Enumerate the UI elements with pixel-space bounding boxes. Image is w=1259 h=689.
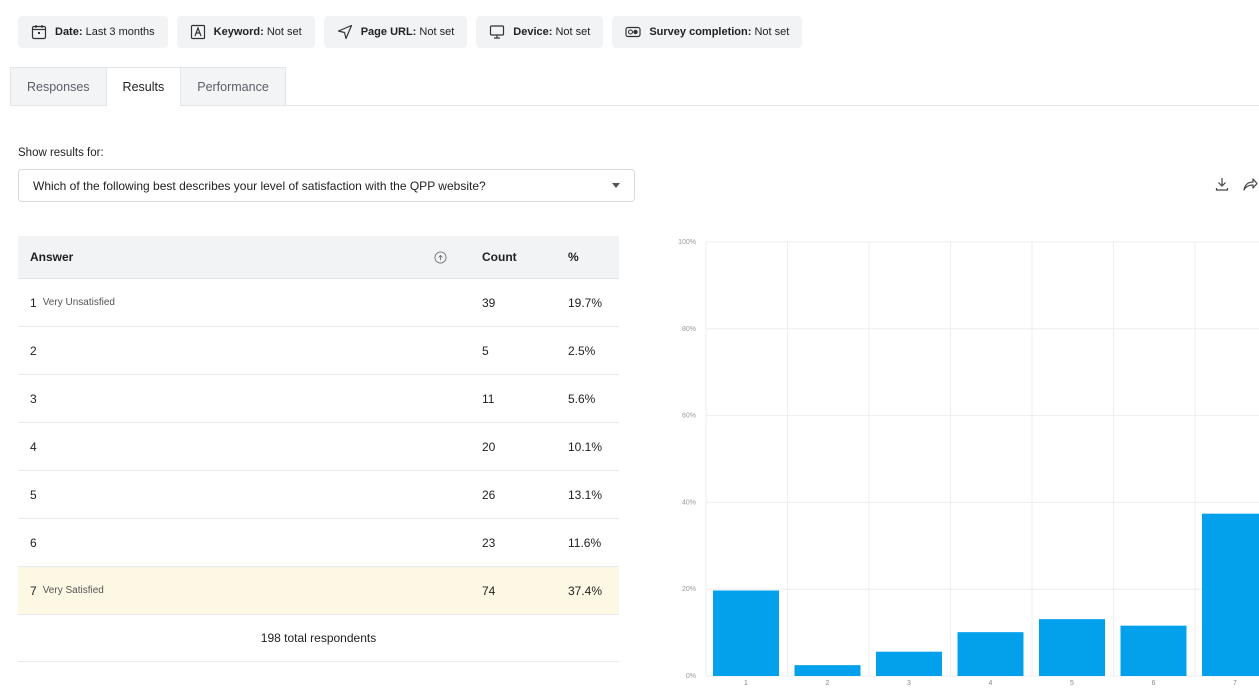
percent-cell: 19.7% (568, 295, 603, 310)
count-cell: 11 (482, 391, 495, 406)
x-tick-label: 4 (989, 680, 993, 687)
header-answer: Answer (30, 250, 74, 264)
tab-performance[interactable]: Performance (181, 67, 286, 105)
filter-device[interactable]: Device: Not set (476, 16, 604, 48)
filter-page-url[interactable]: Page URL: Not set (323, 16, 468, 48)
table-row: 7 Very Satisfied 74 37.4% (18, 567, 619, 615)
tab-bar: Responses Results Performance (10, 67, 1259, 106)
percent-cell: 37.4% (568, 583, 603, 598)
table-row: 3 11 5.6% (18, 375, 619, 423)
survey-results-page: Date: Last 3 months Keyword: Not set Pag… (0, 0, 1259, 689)
filter-date-value: Last 3 months (85, 26, 155, 38)
y-tick-label: 40% (682, 499, 696, 506)
calendar-icon (31, 24, 47, 40)
monitor-icon (489, 24, 505, 40)
header-count: Count (482, 250, 517, 264)
keyword-box-icon (190, 24, 206, 40)
answer-value: 4 (30, 439, 37, 454)
pointer-arrow-icon (337, 24, 353, 40)
table-header: Answer Count % (18, 236, 619, 279)
table-row: 4 20 10.1% (18, 423, 619, 471)
download-icon[interactable] (1214, 176, 1230, 192)
table-row: 2 5 2.5% (18, 327, 619, 375)
chevron-down-icon (612, 183, 620, 188)
bar (1202, 513, 1259, 676)
question-select[interactable]: Which of the following best describes yo… (18, 169, 635, 202)
filter-bar: Date: Last 3 months Keyword: Not set Pag… (18, 16, 803, 48)
answer-sublabel: Very Unsatisfied (42, 297, 115, 308)
percent-cell: 10.1% (568, 439, 603, 454)
share-icon[interactable] (1242, 176, 1258, 192)
bar (713, 590, 779, 676)
results-bar-chart: 0% 20% 40% 60% 80% 100% 1 2 3 4 5 6 7 (668, 232, 1259, 689)
bar (957, 632, 1024, 676)
count-cell: 26 (482, 487, 496, 502)
count-cell: 5 (482, 343, 489, 358)
bar (1039, 619, 1105, 676)
total-respondents: 198 total respondents (18, 615, 619, 662)
filter-keyword-value: Not set (266, 26, 302, 38)
count-cell: 23 (482, 535, 496, 550)
filter-date[interactable]: Date: Last 3 months (18, 16, 168, 48)
table-row: 1 Very Unsatisfied 39 19.7% (18, 279, 619, 327)
answer-value: 3 (30, 391, 37, 406)
bar-chart-svg: 0% 20% 40% 60% 80% 100% 1 2 3 4 5 6 7 (678, 239, 1259, 687)
x-tick-label: 6 (1152, 680, 1156, 687)
answer-value: 6 (30, 535, 37, 550)
bar (794, 665, 861, 676)
x-tick-label: 7 (1233, 680, 1237, 687)
filter-keyword-label: Keyword: (213, 26, 264, 38)
filter-date-label: Date: (55, 26, 83, 38)
filter-survey-completion-value: Not set (754, 26, 790, 38)
count-cell: 74 (482, 583, 496, 598)
filter-keyword[interactable]: Keyword: Not set (176, 16, 315, 48)
y-tick-label: 100% (678, 239, 696, 246)
x-tick-label: 5 (1070, 680, 1074, 687)
percent-cell: 13.1% (568, 487, 603, 502)
answer-value: 2 (30, 343, 37, 358)
answer-value: 7 (30, 583, 37, 598)
question-select-value: Which of the following best describes yo… (33, 178, 486, 193)
header-percent: % (568, 250, 579, 264)
filter-page-url-label: Page URL: (360, 26, 417, 38)
sort-info-icon[interactable] (434, 250, 447, 264)
y-tick-label: 80% (682, 326, 696, 333)
chart-toolbar (1214, 176, 1258, 192)
count-cell: 39 (482, 295, 496, 310)
x-tick-label: 2 (826, 680, 830, 687)
toggle-icon (625, 24, 641, 40)
tab-responses[interactable]: Responses (10, 67, 107, 105)
y-tick-label: 60% (682, 413, 696, 420)
results-table: Answer Count % 1 Very Unsatisfied 39 19.7% 2… (18, 236, 619, 662)
filter-survey-completion[interactable]: Survey completion: Not set (612, 16, 803, 48)
answer-value: 1 (30, 295, 37, 310)
y-tick-label: 20% (682, 586, 696, 593)
bar (1120, 625, 1187, 676)
filter-survey-completion-label: Survey completion: (649, 26, 752, 38)
filter-device-value: Not set (555, 26, 591, 38)
percent-cell: 2.5% (568, 343, 596, 358)
x-tick-label: 1 (744, 680, 748, 687)
x-tick-label: 3 (907, 680, 911, 687)
show-results-label: Show results for: (18, 147, 104, 159)
y-tick-label: 0% (686, 673, 696, 680)
filter-device-label: Device: (513, 26, 553, 38)
answer-value: 5 (30, 487, 37, 502)
tab-results[interactable]: Results (106, 67, 182, 106)
table-row: 6 23 11.6% (18, 519, 619, 567)
answer-sublabel: Very Satisfied (42, 585, 104, 596)
percent-cell: 5.6% (568, 391, 596, 406)
percent-cell: 11.6% (568, 535, 602, 550)
count-cell: 20 (482, 439, 496, 454)
filter-page-url-value: Not set (419, 26, 455, 38)
bar (876, 651, 942, 676)
table-row: 5 26 13.1% (18, 471, 619, 519)
table-body: 1 Very Unsatisfied 39 19.7% 2 5 2.5% 3 11 5.6% 4 20… (18, 279, 619, 615)
